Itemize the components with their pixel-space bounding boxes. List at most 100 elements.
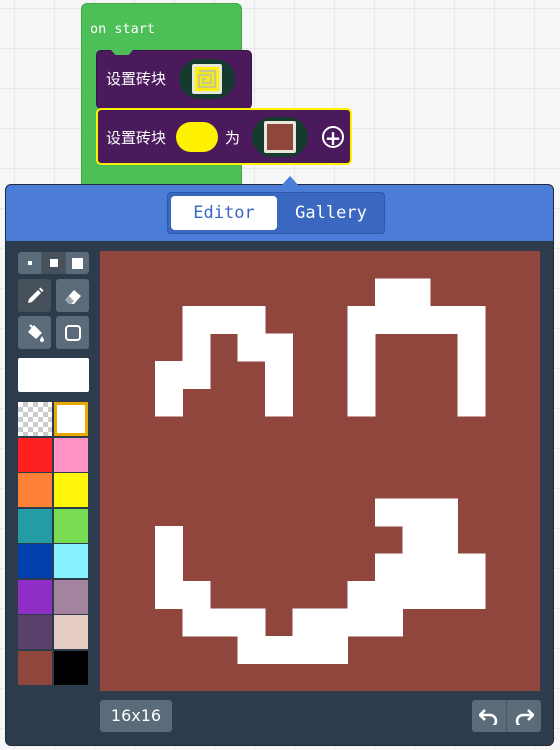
canvas-pixel <box>430 553 458 582</box>
on-start-label: on start <box>90 21 156 37</box>
rectangle-tool[interactable] <box>56 316 89 349</box>
canvas-pixel <box>182 361 211 389</box>
palette-swatch[interactable] <box>18 473 52 507</box>
canvas-pixel <box>375 306 403 334</box>
add-parameter-button[interactable]: + <box>322 126 344 148</box>
canvas-pixel <box>182 581 211 609</box>
tile-location-oval[interactable] <box>176 122 218 152</box>
canvas-size-button[interactable]: 16x16 <box>100 700 172 732</box>
canvas-pixel <box>430 581 458 609</box>
canvas-pixel <box>155 388 183 417</box>
brush-size-small[interactable] <box>18 252 42 274</box>
canvas-pixel <box>375 278 403 307</box>
fill-tool[interactable] <box>18 316 51 349</box>
canvas-pixel <box>430 498 458 527</box>
dialog-header: Editor Gallery <box>6 185 553 241</box>
canvas-pixel <box>210 306 238 334</box>
brush-size-large[interactable] <box>66 252 89 274</box>
undo-button[interactable] <box>472 700 507 732</box>
palette-swatch[interactable] <box>54 650 88 685</box>
brush-size-selector <box>18 252 89 274</box>
palette-swatch[interactable] <box>18 615 52 649</box>
palette-swatch[interactable] <box>18 579 52 614</box>
fill-bucket-icon <box>27 323 44 342</box>
canvas-pixel <box>430 306 458 334</box>
undo-icon <box>479 709 498 725</box>
canvas-pixel <box>402 526 431 554</box>
set-tile-label: 设置砖块 <box>106 70 167 88</box>
redo-button[interactable] <box>507 700 541 732</box>
canvas-pixel <box>402 553 431 582</box>
canvas-pixel <box>265 636 293 664</box>
palette-swatch[interactable] <box>54 402 88 436</box>
palette-swatch[interactable] <box>18 650 52 685</box>
palette-swatch[interactable] <box>54 579 88 614</box>
canvas-pixel <box>320 636 348 664</box>
canvas-pixel <box>237 608 266 637</box>
canvas-pixel <box>237 333 266 362</box>
canvas-pixel <box>375 553 403 582</box>
canvas-pixel <box>155 581 183 609</box>
tile-image-preview <box>264 121 296 153</box>
canvas-pixel <box>265 388 293 417</box>
palette-swatch[interactable] <box>54 544 88 578</box>
canvas-pixel <box>320 608 348 637</box>
pencil-tool[interactable] <box>18 279 51 312</box>
set-tile-as-block[interactable]: 设置砖块 为 + <box>96 108 352 165</box>
canvas-pixel <box>457 581 486 609</box>
canvas-pixel <box>347 333 376 362</box>
as-label: 为 <box>225 129 241 147</box>
palette-swatch[interactable] <box>54 508 88 543</box>
canvas-pixel <box>292 636 321 664</box>
canvas-pixel <box>347 388 376 417</box>
palette-swatch[interactable] <box>18 544 52 578</box>
set-tile-as-label: 设置砖块 <box>106 129 167 147</box>
palette-swatch[interactable] <box>54 615 88 649</box>
canvas-pixel <box>182 306 211 334</box>
canvas-pixel <box>237 636 266 664</box>
canvas-pixel <box>155 526 183 554</box>
canvas-pixel <box>182 333 211 362</box>
pencil-icon <box>27 287 43 303</box>
canvas-pixel <box>402 581 431 609</box>
set-tile-block[interactable]: 设置砖块 <box>96 50 252 109</box>
tab-editor[interactable]: Editor <box>171 196 277 230</box>
canvas-pixel <box>457 333 486 362</box>
canvas-pixel <box>210 608 238 637</box>
canvas-pixel <box>347 608 376 637</box>
canvas-pixel <box>375 608 403 637</box>
tile-thumbnail[interactable] <box>179 59 235 99</box>
canvas-pixel <box>347 306 376 334</box>
canvas-pixel <box>182 608 211 637</box>
canvas-pixel <box>402 498 431 527</box>
canvas-pixel <box>265 361 293 389</box>
tab-switcher: Editor Gallery <box>167 192 385 234</box>
canvas-pixel <box>155 361 183 389</box>
redo-icon <box>515 709 534 725</box>
canvas-pixel <box>457 306 486 334</box>
rectangle-icon <box>64 324 81 341</box>
sprite-canvas[interactable] <box>100 251 540 691</box>
brush-size-medium[interactable] <box>42 252 66 274</box>
palette-swatch[interactable] <box>18 437 52 472</box>
tile-image-thumbnail[interactable] <box>252 117 308 157</box>
current-color-preview <box>18 358 89 392</box>
palette-swatch[interactable] <box>18 402 52 436</box>
image-editor-dialog: Editor Gallery 16x16 <box>5 176 554 746</box>
canvas-pixel <box>402 306 431 334</box>
canvas-pixel <box>347 581 376 609</box>
eraser-tool[interactable] <box>56 279 89 312</box>
eraser-icon <box>64 289 81 304</box>
canvas-pixel <box>457 361 486 389</box>
palette-swatch[interactable] <box>18 508 52 543</box>
canvas-pixel <box>430 526 458 554</box>
canvas-pixel <box>375 581 403 609</box>
canvas-pixel <box>457 388 486 417</box>
canvas-pixel <box>375 498 403 527</box>
tab-gallery[interactable]: Gallery <box>280 196 382 230</box>
canvas-pixel <box>347 361 376 389</box>
palette-swatch[interactable] <box>54 437 88 472</box>
canvas-pixel <box>457 553 486 582</box>
canvas-pixel <box>155 553 183 582</box>
palette-swatch[interactable] <box>54 473 88 507</box>
